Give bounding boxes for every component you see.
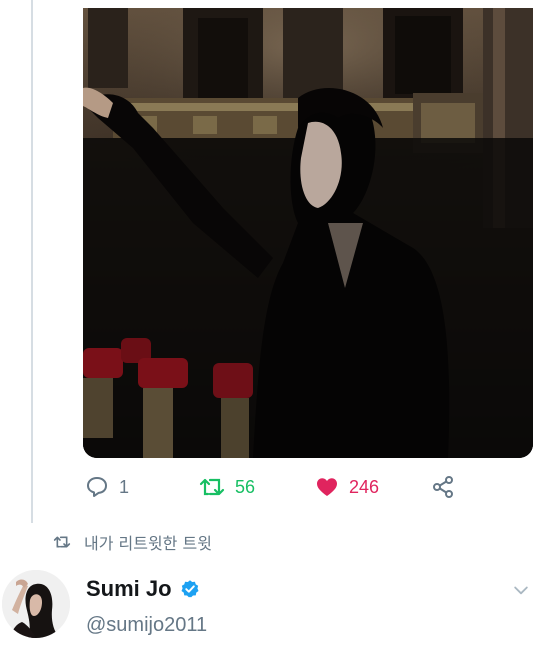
share-icon: [433, 476, 453, 498]
avatar[interactable]: [2, 570, 70, 638]
author-display-name[interactable]: Sumi Jo: [86, 576, 172, 602]
retweet-context: 내가 리트윗한 트윗: [52, 530, 212, 554]
share-button[interactable]: [431, 470, 455, 504]
chevron-down-icon: [514, 586, 528, 595]
like-button[interactable]: 246: [315, 470, 379, 504]
next-tweet-header: Sumi Jo @sumijo2011: [0, 568, 541, 652]
verified-badge-icon: [181, 580, 199, 598]
tweet-media-video[interactable]: [83, 8, 533, 458]
like-count: 246: [349, 476, 380, 497]
retweet-icon: [199, 478, 225, 496]
tweet-action-bar: 1 56 246: [83, 470, 533, 504]
avatar-image: [2, 570, 70, 638]
retweet-context-label: 내가 리트윗한 트윗: [84, 534, 212, 553]
author-handle[interactable]: @sumijo2011: [86, 614, 207, 637]
media-frame: [83, 8, 533, 458]
heart-icon: [317, 478, 337, 496]
retweet-count: 56: [235, 476, 256, 497]
thread-connector-line: [31, 0, 33, 523]
author-name-row[interactable]: Sumi Jo: [86, 576, 200, 602]
reply-button[interactable]: 1: [85, 470, 129, 504]
retweet-icon: [53, 536, 71, 548]
reply-icon: [87, 477, 107, 497]
tweet-menu-button[interactable]: [511, 580, 531, 605]
reply-count: 1: [119, 476, 130, 497]
retweet-button[interactable]: 56: [199, 470, 255, 504]
